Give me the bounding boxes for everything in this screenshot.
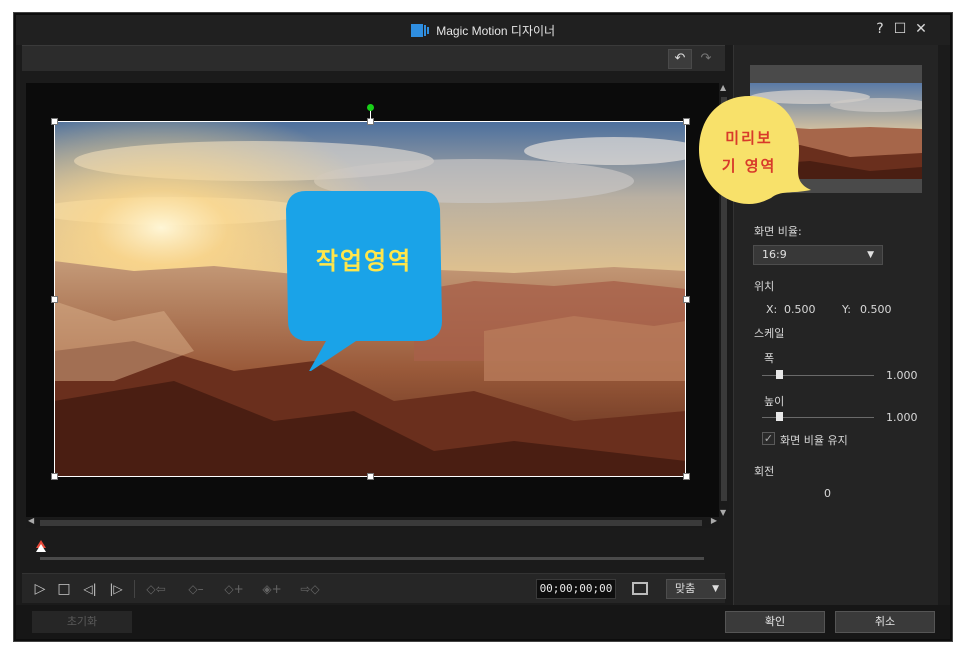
resize-handle-br[interactable] bbox=[683, 473, 690, 480]
scroll-up-icon[interactable]: ▲ bbox=[720, 83, 726, 92]
rotation-label: 회전 bbox=[754, 465, 775, 478]
width-label: 폭 bbox=[764, 352, 775, 365]
resize-handle-tr[interactable] bbox=[683, 118, 690, 125]
scale-label: 스케일 bbox=[754, 327, 785, 340]
timeline-track[interactable] bbox=[40, 557, 704, 560]
dialog-footer: 초기화 확인 취소 bbox=[16, 605, 950, 639]
ok-button[interactable]: 확인 bbox=[725, 611, 825, 633]
playhead-marker-icon[interactable] bbox=[35, 540, 47, 552]
playback-controls: ▷ □ ◁| |▷ ◇⇦ ◇– ◇+ ◈+ ⇨◇ 00;00;00;00 맞춤 … bbox=[22, 573, 726, 603]
aspect-ratio-select[interactable]: 16:9 ▼ bbox=[753, 245, 883, 265]
height-slider-knob[interactable] bbox=[776, 412, 783, 421]
position-x-label: X: bbox=[766, 303, 778, 316]
chevron-down-icon: ▼ bbox=[712, 584, 719, 594]
horizontal-scrollbar[interactable]: ◀ ▶ bbox=[26, 516, 719, 528]
safe-zone-icon[interactable] bbox=[632, 582, 648, 595]
stop-button[interactable]: □ bbox=[56, 580, 72, 598]
resize-handle-tl[interactable] bbox=[51, 118, 58, 125]
maximize-button[interactable]: ☐ bbox=[892, 21, 908, 37]
previous-keyframe-button[interactable]: ◇⇦ bbox=[142, 580, 170, 598]
undo-button[interactable]: ↶ bbox=[668, 49, 692, 69]
redo-button[interactable]: ↷ bbox=[694, 49, 718, 69]
preview-area-callout-text: 미리보 기 영역 bbox=[721, 129, 777, 175]
duplicate-keyframe-button[interactable]: ◈+ bbox=[258, 580, 286, 598]
zoom-fit-select[interactable]: 맞춤 ▼ bbox=[666, 579, 726, 599]
resize-handle-bl[interactable] bbox=[51, 473, 58, 480]
title-bar: Magic Motion 디자이너 ? ☐ ✕ bbox=[16, 15, 950, 45]
scroll-right-icon[interactable]: ▶ bbox=[711, 516, 717, 525]
width-slider[interactable] bbox=[762, 370, 874, 379]
height-slider[interactable] bbox=[762, 412, 874, 421]
position-y-value[interactable]: 0.500 bbox=[860, 303, 892, 316]
rotation-value[interactable]: 0 bbox=[824, 487, 831, 500]
keep-aspect-checkbox[interactable]: ✓ bbox=[762, 432, 775, 445]
previous-frame-button[interactable]: ◁| bbox=[80, 580, 100, 598]
aspect-ratio-label: 화면 비율: bbox=[754, 225, 802, 238]
rotation-stem bbox=[370, 110, 371, 120]
window-title: Magic Motion 디자이너 bbox=[16, 22, 950, 39]
cancel-button[interactable]: 취소 bbox=[835, 611, 935, 633]
preview-area-callout: 미리보 기 영역 bbox=[699, 94, 811, 216]
next-frame-button[interactable]: |▷ bbox=[106, 580, 126, 598]
remove-keyframe-button[interactable]: ◇– bbox=[182, 580, 210, 598]
play-button[interactable]: ▷ bbox=[32, 580, 48, 598]
position-label: 위치 bbox=[754, 280, 775, 293]
reset-button[interactable]: 초기화 bbox=[32, 611, 132, 633]
position-x-value[interactable]: 0.500 bbox=[784, 303, 816, 316]
height-label: 높이 bbox=[764, 395, 785, 408]
horizontal-scroll-thumb[interactable] bbox=[40, 520, 702, 526]
width-slider-knob[interactable] bbox=[776, 370, 783, 379]
timeline[interactable] bbox=[22, 531, 725, 573]
close-button[interactable]: ✕ bbox=[913, 21, 929, 37]
resize-handle-r[interactable] bbox=[683, 296, 690, 303]
add-keyframe-button[interactable]: ◇+ bbox=[220, 580, 248, 598]
magic-motion-designer-window: Magic Motion 디자이너 ? ☐ ✕ ↶ ↷ ▲ ▼ ◀ ▶ 작업영역… bbox=[14, 13, 952, 641]
work-area-callout-text: 작업영역 bbox=[315, 247, 413, 275]
position-y-label: Y: bbox=[842, 303, 851, 316]
work-area-callout: 작업영역 bbox=[286, 191, 442, 373]
timecode-field[interactable]: 00;00;00;00 bbox=[536, 579, 616, 599]
resize-handle-b[interactable] bbox=[367, 473, 374, 480]
scroll-down-icon[interactable]: ▼ bbox=[720, 508, 726, 517]
rotation-handle[interactable] bbox=[367, 104, 374, 111]
width-value[interactable]: 1.000 bbox=[886, 369, 918, 382]
help-button[interactable]: ? bbox=[872, 21, 888, 37]
divider bbox=[134, 580, 135, 598]
app-logo-icon bbox=[410, 24, 429, 37]
next-keyframe-button[interactable]: ⇨◇ bbox=[296, 580, 324, 598]
chevron-down-icon: ▼ bbox=[867, 250, 874, 260]
height-value[interactable]: 1.000 bbox=[886, 411, 918, 424]
toolbar: ↶ ↷ bbox=[22, 45, 725, 71]
keep-aspect-label: 화면 비율 유지 bbox=[780, 434, 848, 447]
resize-handle-l[interactable] bbox=[51, 296, 58, 303]
scroll-left-icon[interactable]: ◀ bbox=[28, 516, 34, 525]
